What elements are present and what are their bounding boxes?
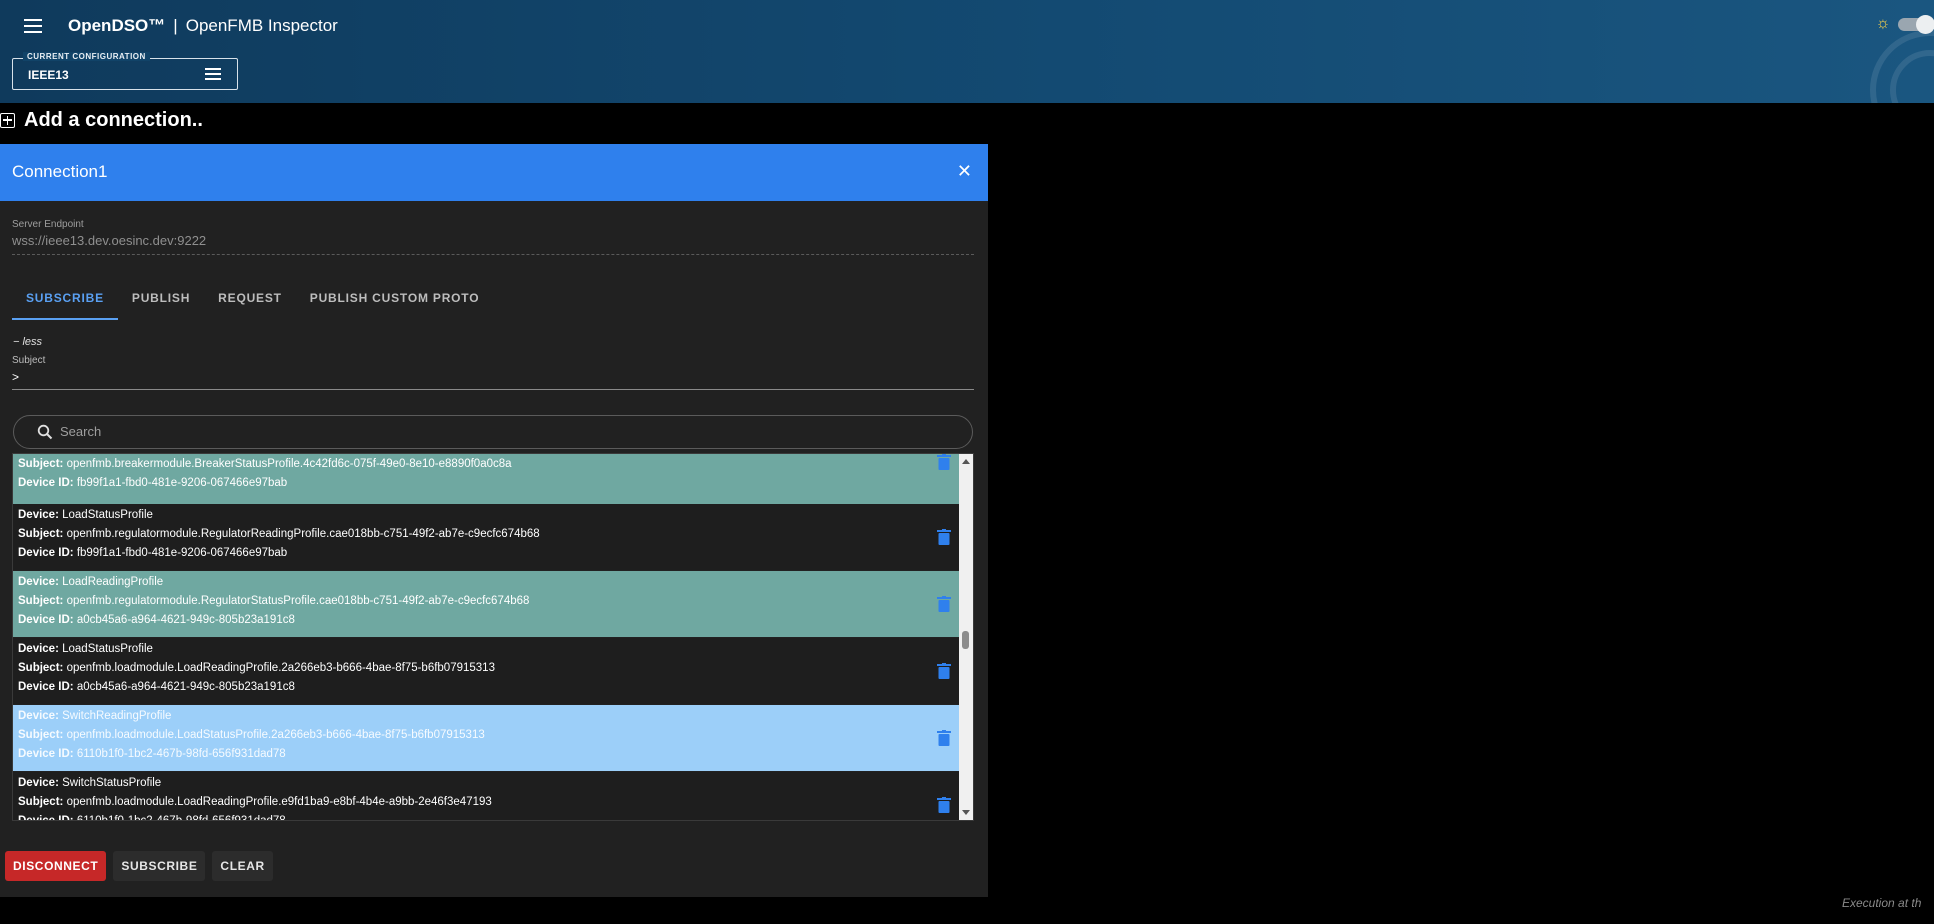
config-menu-icon[interactable] [205,68,221,82]
trash-icon[interactable] [937,454,951,470]
add-connection-button[interactable]: Add a connection.. [0,108,203,132]
connection-tabs: SUBSCRIBE PUBLISH REQUEST PUBLISH CUSTOM… [12,286,493,320]
connection-actions: DISCONNECT SUBSCRIBE CLEAR [5,851,280,881]
row-device-id: Device ID: a0cb45a6-a964-4621-949c-805b2… [18,614,295,626]
tab-request[interactable]: REQUEST [204,286,296,320]
disconnect-button[interactable]: DISCONNECT [5,851,107,881]
tab-publish-custom-proto[interactable]: PUBLISH CUSTOM PROTO [296,286,494,320]
subscribe-button[interactable]: SUBSCRIBE [113,851,206,881]
search-placeholder: Search [60,424,102,439]
trash-icon[interactable] [937,663,951,679]
row-device: Device: SwitchReadingProfile [18,710,172,722]
clear-button[interactable]: CLEAR [212,851,273,881]
config-value: IEEE13 [28,68,69,82]
row-subject: Subject: openfmb.breakermodule.BreakerSt… [18,458,512,470]
trash-icon[interactable] [937,529,951,545]
row-device-id: Device ID: a0cb45a6-a964-4621-949c-805b2… [18,681,295,693]
list-scrollbar[interactable] [959,454,973,820]
list-item[interactable]: Device: LoadStatusProfile Subject: openf… [13,504,959,570]
tab-subscribe[interactable]: SUBSCRIBE [12,286,118,320]
row-device: Device: LoadStatusProfile [18,643,153,655]
row-subject: Subject: openfmb.loadmodule.LoadStatusPr… [18,729,485,741]
connection-header: Connection1 ✕ [0,144,988,201]
trash-icon[interactable] [937,797,951,813]
list-item[interactable]: Device: SwitchStatusProfile Subject: ope… [13,772,959,821]
row-device: Device: LoadReadingProfile [18,576,164,588]
row-device-id: Device ID: 6110b1f0-1bc2-467b-98fd-656f9… [18,815,286,821]
endpoint-label: Server Endpoint [12,219,84,230]
list-item-selected[interactable]: Device: SwitchReadingProfile Subject: op… [13,705,959,771]
toggle-knob [1916,15,1934,34]
list-item[interactable]: Device: LoadReadingProfile Subject: open… [13,571,959,637]
app-bar: OpenDSO™ | OpenFMB Inspector CURRENT CONFI… [0,0,1934,103]
row-subject: Subject: openfmb.regulatormodule.Regulat… [18,528,540,540]
row-device-id: Device ID: fb99f1a1-fbd0-481e-9206-06746… [18,547,288,559]
brand-separator: | [173,16,178,35]
row-subject: Subject: openfmb.loadmodule.LoadReadingP… [18,662,495,674]
row-subject: Subject: openfmb.loadmodule.LoadReadingP… [18,796,492,808]
theme-toggle[interactable] [1898,15,1934,34]
app-title: OpenFMB Inspector [185,16,338,35]
row-subject: Subject: openfmb.regulatormodule.Regulat… [18,595,530,607]
app-brand: OpenDSO™ | OpenFMB Inspector [68,16,338,36]
scroll-down-icon[interactable] [962,810,970,815]
config-label: CURRENT CONFIGURATION [23,52,150,61]
tab-publish[interactable]: PUBLISH [118,286,204,320]
less-link[interactable]: − less [13,336,42,348]
search-icon [37,424,53,440]
endpoint-field[interactable]: wss://ieee13.dev.oesinc.dev:9222 [12,233,974,255]
trash-icon[interactable] [937,596,951,612]
scroll-thumb[interactable] [962,631,969,649]
search-input[interactable]: Search [13,415,973,449]
execution-status-text: Execution at th [1842,896,1922,910]
row-device: Device: LoadStatusProfile [18,509,153,521]
sun-icon[interactable]: ☼ [1874,15,1892,33]
list-item[interactable]: Device: LoadStatusProfile Subject: openf… [13,638,959,704]
close-icon[interactable]: ✕ [957,162,972,180]
brand-name: OpenDSO™ [68,16,166,35]
subject-label: Subject [12,355,46,366]
subject-field[interactable]: > [12,370,974,390]
row-device: Device: SwitchStatusProfile [18,777,162,789]
list-item[interactable]: Subject: openfmb.breakermodule.BreakerSt… [13,454,959,504]
trash-icon[interactable] [937,730,951,746]
current-configuration-select[interactable]: CURRENT CONFIGURATION IEEE13 [12,52,238,90]
add-box-icon [0,112,15,128]
row-device-id: Device ID: 6110b1f0-1bc2-467b-98fd-656f9… [18,748,286,760]
row-device-id: Device ID: fb99f1a1-fbd0-481e-9206-06746… [18,477,288,489]
connection-card: Connection1 ✕ Server Endpoint wss://ieee… [0,144,988,897]
subscription-list: Subject: openfmb.breakermodule.BreakerSt… [12,453,974,821]
scroll-up-icon[interactable] [962,459,970,464]
add-connection-label: Add a connection.. [24,108,203,131]
connection-title: Connection1 [12,162,108,181]
hamburger-icon[interactable] [22,15,44,37]
